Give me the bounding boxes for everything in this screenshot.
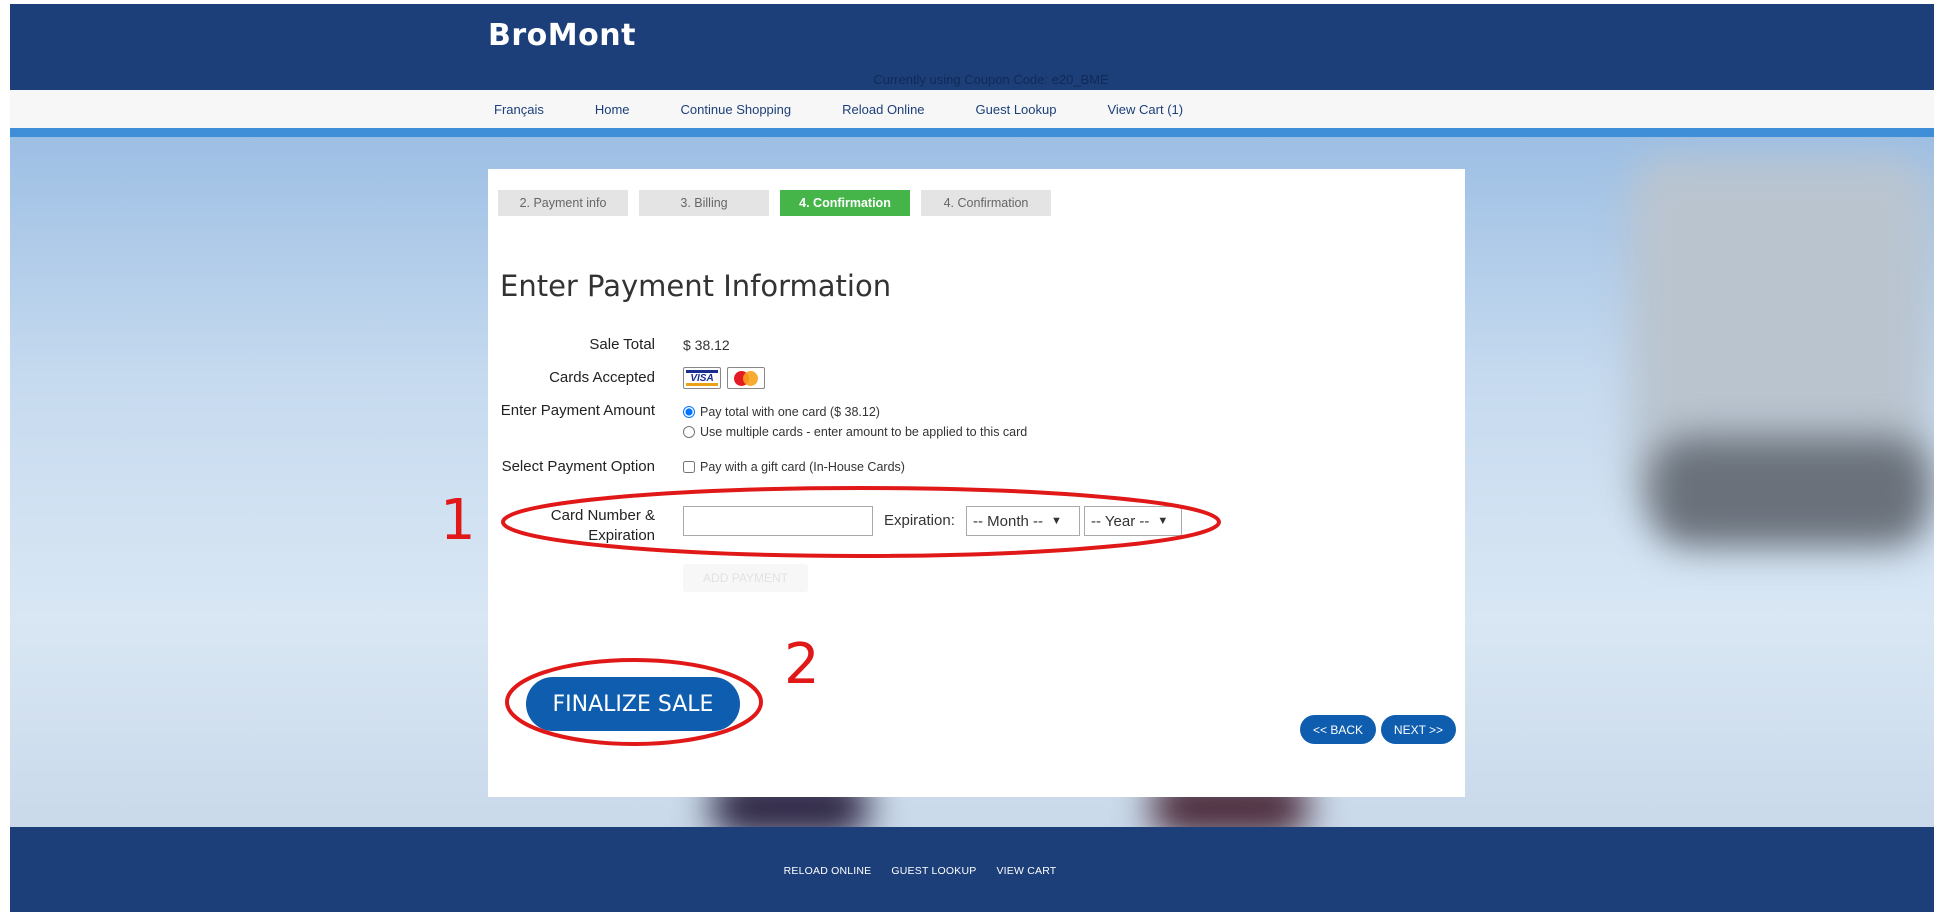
background-blur-shape bbox=[1650, 437, 1930, 547]
mastercard-icon bbox=[727, 367, 765, 389]
gift-card-option[interactable]: Pay with a gift card (In-House Cards) bbox=[683, 457, 905, 477]
annotation-marker-1: 1 bbox=[440, 488, 476, 553]
sale-total-value: $ 38.12 bbox=[683, 337, 730, 353]
add-payment-button[interactable]: ADD PAYMENT bbox=[683, 564, 808, 592]
footer-link-view-cart[interactable]: VIEW CART bbox=[996, 865, 1056, 877]
page-title: Enter Payment Information bbox=[500, 269, 892, 303]
expiration-label: Expiration: bbox=[884, 512, 955, 529]
nav-item-francais[interactable]: Français bbox=[494, 102, 544, 117]
year-selected-value: -- Year -- bbox=[1091, 512, 1150, 530]
footer-link-reload-online[interactable]: RELOAD ONLINE bbox=[784, 865, 872, 877]
multiple-cards-option[interactable]: Use multiple cards - enter amount to be … bbox=[683, 422, 1027, 442]
multiple-cards-label: Use multiple cards - enter amount to be … bbox=[700, 425, 1028, 439]
expiration-year-select[interactable]: -- Year -- ▼ bbox=[1084, 506, 1182, 536]
payment-amount-options: Pay total with one card ($ 38.12) Use mu… bbox=[683, 402, 1027, 442]
visa-icon: VISA bbox=[683, 367, 721, 389]
chevron-down-icon: ▼ bbox=[1051, 515, 1062, 527]
site-footer: RELOAD ONLINE GUEST LOOKUP VIEW CART bbox=[10, 827, 1934, 912]
back-button[interactable]: << BACK bbox=[1300, 715, 1376, 744]
month-selected-value: -- Month -- bbox=[973, 512, 1044, 530]
step-confirmation[interactable]: 4. Confirmation bbox=[921, 190, 1051, 216]
site-header: BroMont Currently using Coupon Code: e20… bbox=[10, 4, 1934, 90]
pay-one-card-radio[interactable] bbox=[683, 406, 695, 418]
nav-item-guest-lookup[interactable]: Guest Lookup bbox=[976, 102, 1057, 117]
expiration-month-select[interactable]: -- Month -- ▼ bbox=[966, 506, 1080, 536]
gift-card-checkbox[interactable] bbox=[683, 461, 695, 473]
page-frame: BroMont Currently using Coupon Code: e20… bbox=[10, 4, 1934, 912]
nav-item-view-cart[interactable]: View Cart (1) bbox=[1107, 102, 1183, 117]
accepted-cards: VISA bbox=[683, 367, 771, 389]
footer-link-guest-lookup[interactable]: GUEST LOOKUP bbox=[891, 865, 976, 877]
next-button[interactable]: NEXT >> bbox=[1381, 715, 1456, 744]
checkout-panel: 2. Payment info 3. Billing 4. Confirmati… bbox=[488, 169, 1465, 797]
pay-one-card-label: Pay total with one card ($ 38.12) bbox=[700, 405, 880, 419]
nav-item-reload-online[interactable]: Reload Online bbox=[842, 102, 924, 117]
card-number-input[interactable] bbox=[683, 506, 873, 536]
main-nav: Français Home Continue Shopping Reload O… bbox=[10, 90, 1934, 128]
cards-accepted-label: Cards Accepted bbox=[549, 369, 655, 386]
multiple-cards-radio[interactable] bbox=[683, 426, 695, 438]
coupon-notice: Currently using Coupon Code: e20_BME bbox=[873, 72, 1109, 87]
nav-item-home[interactable]: Home bbox=[595, 102, 630, 117]
gift-card-label: Pay with a gift card (In-House Cards) bbox=[700, 460, 905, 474]
payment-amount-label: Enter Payment Amount bbox=[500, 402, 655, 419]
chevron-down-icon: ▼ bbox=[1157, 515, 1169, 527]
nav-accent-strip bbox=[10, 128, 1934, 137]
step-payment-info[interactable]: 2. Payment info bbox=[498, 190, 628, 216]
step-confirmation-active[interactable]: 4. Confirmation bbox=[780, 190, 910, 216]
step-billing[interactable]: 3. Billing bbox=[639, 190, 769, 216]
checkout-steps: 2. Payment info 3. Billing 4. Confirmati… bbox=[498, 190, 1062, 216]
annotation-marker-2: 2 bbox=[784, 632, 820, 697]
finalize-sale-button[interactable]: FINALIZE SALE bbox=[526, 677, 740, 731]
card-number-label: Card Number & Expiration bbox=[550, 507, 655, 544]
gift-card-option-wrap: Pay with a gift card (In-House Cards) bbox=[683, 457, 905, 477]
brand-logo[interactable]: BroMont bbox=[488, 18, 636, 53]
sale-total-label: Sale Total bbox=[589, 336, 655, 353]
payment-option-label: Select Payment Option bbox=[501, 458, 655, 475]
nav-item-continue-shopping[interactable]: Continue Shopping bbox=[681, 102, 792, 117]
pay-one-card-option[interactable]: Pay total with one card ($ 38.12) bbox=[683, 402, 1027, 422]
